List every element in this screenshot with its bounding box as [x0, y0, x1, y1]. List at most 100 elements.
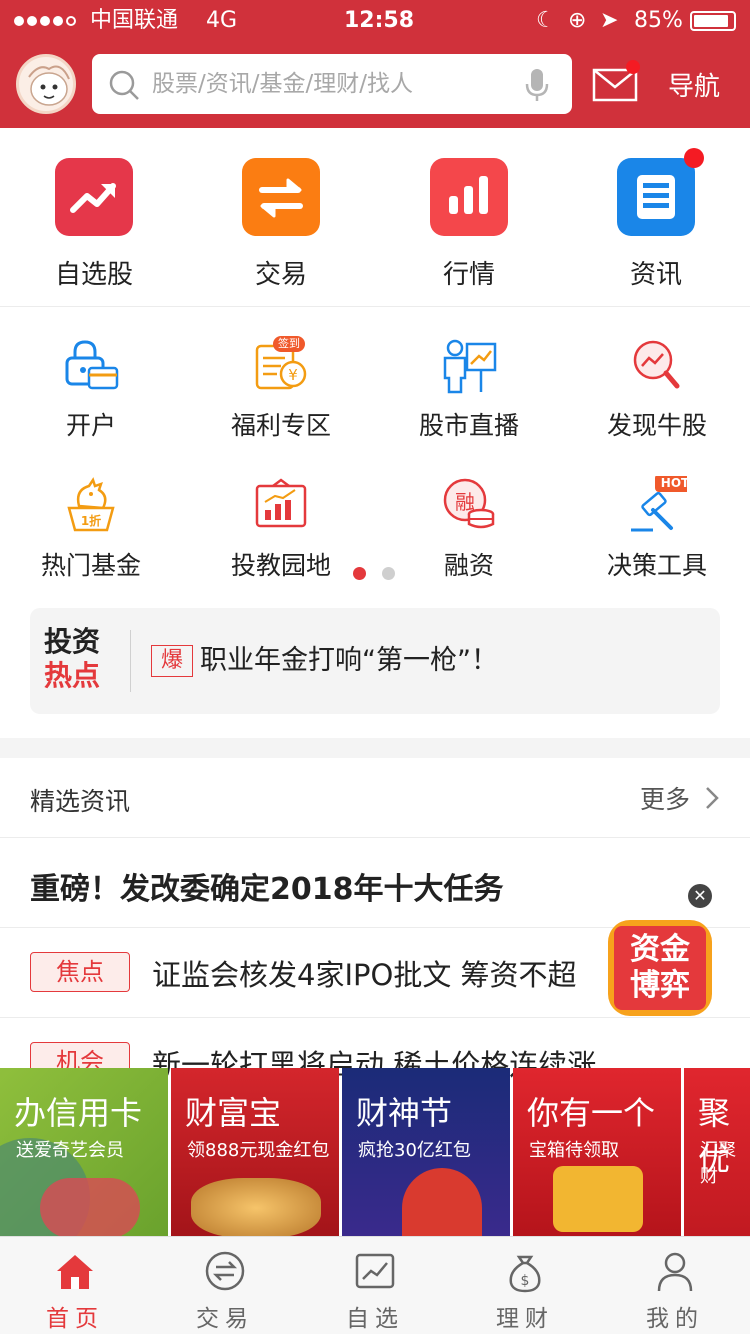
tab-watchlist[interactable]: 自选 — [300, 1237, 450, 1334]
tab-label: 首页 — [46, 1306, 104, 1332]
float-line1: 资金 — [630, 932, 690, 967]
banner-subtitle: 送爱奇艺会员 — [16, 1140, 124, 1161]
banner-subtitle: 领888元现金红包 — [187, 1140, 330, 1161]
svg-text:$: $ — [521, 1273, 530, 1289]
mail-unread-dot — [626, 60, 640, 74]
search-placeholder: 股票/资讯/基金/理财/找人 — [152, 71, 413, 97]
tab-label: 我的 — [646, 1306, 704, 1332]
tab-finance[interactable]: $ 理财 — [450, 1237, 600, 1334]
location-icon: ➤ — [600, 8, 619, 33]
entry-watchlist[interactable]: 自选股 — [34, 158, 154, 291]
news-tag: 焦点 — [30, 952, 130, 992]
battery-percent: 85% — [634, 8, 683, 33]
bar-chart-icon — [430, 158, 508, 236]
app-root: 中国联通 4G 12:58 ☾ ⊕ ➤ 85% 股票/资讯/基金/理财/找人 导… — [0, 0, 750, 1334]
carrier-label: 中国联通 — [90, 8, 179, 33]
grid-open-account[interactable]: 开户 — [16, 336, 166, 442]
banner-title: 你有一个 — [527, 1094, 656, 1132]
grid-welfare[interactable]: ¥ 签到 福利专区 — [206, 336, 356, 442]
hotspot-headline[interactable]: 职业年金打响“第一枪”！ — [200, 642, 498, 680]
person-icon — [653, 1249, 697, 1293]
banner-partial[interactable]: 聚优 汇聚财 — [684, 1068, 750, 1236]
entry-trade[interactable]: 交易 — [221, 158, 341, 291]
section-gap — [0, 738, 750, 758]
tab-me[interactable]: 我的 — [600, 1237, 750, 1334]
checkin-badge: 签到 — [278, 337, 300, 350]
swap-circle-icon — [203, 1249, 247, 1293]
banner-credit-card[interactable]: 办信用卡 送爱奇艺会员 — [0, 1068, 168, 1236]
grid-label: 福利专区 — [230, 411, 331, 440]
grid-label: 融资 — [443, 551, 494, 580]
swap-arrows-icon — [242, 158, 320, 236]
banner-subtitle: 疯抢30亿红包 — [358, 1140, 471, 1161]
tab-bar: 首页 交易 自选 $ 理财 我的 — [0, 1236, 750, 1334]
news-unread-dot — [684, 148, 704, 168]
section-title: 精选资讯 — [30, 787, 131, 816]
banner-subtitle: 宝箱待领取 — [529, 1140, 619, 1161]
banner-wealth[interactable]: 财富宝 领888元现金红包 — [171, 1068, 339, 1236]
page-indicator — [353, 565, 411, 584]
grid-live[interactable]: 股市直播 — [394, 336, 544, 442]
chevron-right-icon[interactable] — [704, 785, 720, 811]
grid-label: 开户 — [65, 411, 116, 440]
page-dot-active — [353, 567, 366, 580]
hot-badge: HOT — [660, 476, 690, 490]
tab-label: 理财 — [496, 1306, 554, 1332]
nav-button[interactable]: 导航 — [668, 66, 720, 103]
hotspot-tag: 爆 — [151, 645, 193, 677]
tab-label: 交易 — [196, 1306, 254, 1332]
news-headline: 重磅！发改委确定2018年十大任务 — [30, 872, 504, 907]
tab-label: 自选 — [346, 1306, 404, 1332]
tab-trade[interactable]: 交易 — [150, 1237, 300, 1334]
financing-glyph: 融 — [455, 490, 475, 514]
float-line2: 博弈 — [630, 968, 690, 1003]
chart-board-icon — [251, 476, 311, 536]
presenter-board-icon — [439, 336, 499, 396]
entry-label: 资讯 — [629, 260, 682, 290]
svg-text:¥: ¥ — [288, 366, 298, 384]
news-title: 证监会核发4家IPO批文 筹资不超 — [152, 958, 577, 992]
banner-title: 财富宝 — [185, 1094, 282, 1132]
hotspot-logo-line2: 热点 — [44, 659, 101, 692]
clock: 12:58 — [344, 8, 415, 33]
microphone-icon[interactable] — [524, 67, 550, 103]
grid-label: 决策工具 — [606, 551, 707, 580]
magnifier-chart-icon — [627, 336, 687, 396]
divider — [130, 630, 131, 692]
grid-education[interactable]: 投教园地 — [206, 476, 356, 582]
more-link[interactable]: 更多 — [640, 780, 690, 816]
banner-treasure[interactable]: 你有一个 宝箱待领取 — [513, 1068, 681, 1236]
fund-game-float[interactable]: 资金 博弈 — [600, 906, 720, 1026]
investment-hotspot-bar[interactable]: 投资 热点 爆 职业年金打响“第一枪”！ — [30, 608, 720, 714]
grid-financing[interactable]: 融 融资 — [394, 476, 544, 582]
network-label: 4G — [206, 8, 238, 33]
banner-subtitle: 汇聚财 — [700, 1140, 736, 1187]
money-bag-icon: $ — [503, 1249, 547, 1293]
banner-god-of-wealth[interactable]: 财神节 疯抢30亿红包 — [342, 1068, 510, 1236]
gavel-icon: HOT — [627, 474, 695, 536]
discount-badge: 1折 — [80, 514, 102, 528]
header: 中国联通 4G 12:58 ☾ ⊕ ➤ 85% 股票/资讯/基金/理财/找人 导… — [0, 0, 750, 128]
grid-label: 热门基金 — [40, 551, 141, 580]
orientation-lock-icon: ⊕ — [568, 8, 587, 33]
entry-label: 自选股 — [54, 260, 133, 290]
search-input[interactable]: 股票/资讯/基金/理财/找人 — [92, 54, 572, 114]
close-icon[interactable]: ✕ — [688, 884, 712, 908]
news-document-icon — [617, 158, 695, 236]
entry-market[interactable]: 行情 — [409, 158, 529, 291]
grid-discover[interactable]: 发现牛股 — [582, 336, 732, 442]
entry-news[interactable]: 资讯 — [596, 158, 716, 291]
user-avatar[interactable] — [16, 54, 76, 114]
divider — [0, 306, 750, 307]
grid-decision-tools[interactable]: HOT 决策工具 — [582, 474, 732, 582]
grid-label: 发现牛股 — [606, 411, 707, 440]
grid-label: 股市直播 — [418, 411, 519, 440]
home-icon — [53, 1249, 97, 1293]
signal-icon — [14, 8, 79, 34]
search-icon — [109, 70, 139, 100]
grid-hot-fund[interactable]: 1折 热门基金 — [16, 476, 166, 582]
tab-home[interactable]: 首页 — [0, 1237, 150, 1334]
hotspot-logo-line1: 投资 — [44, 625, 101, 658]
banner-title: 财神节 — [356, 1094, 453, 1132]
lock-card-icon — [61, 336, 121, 396]
